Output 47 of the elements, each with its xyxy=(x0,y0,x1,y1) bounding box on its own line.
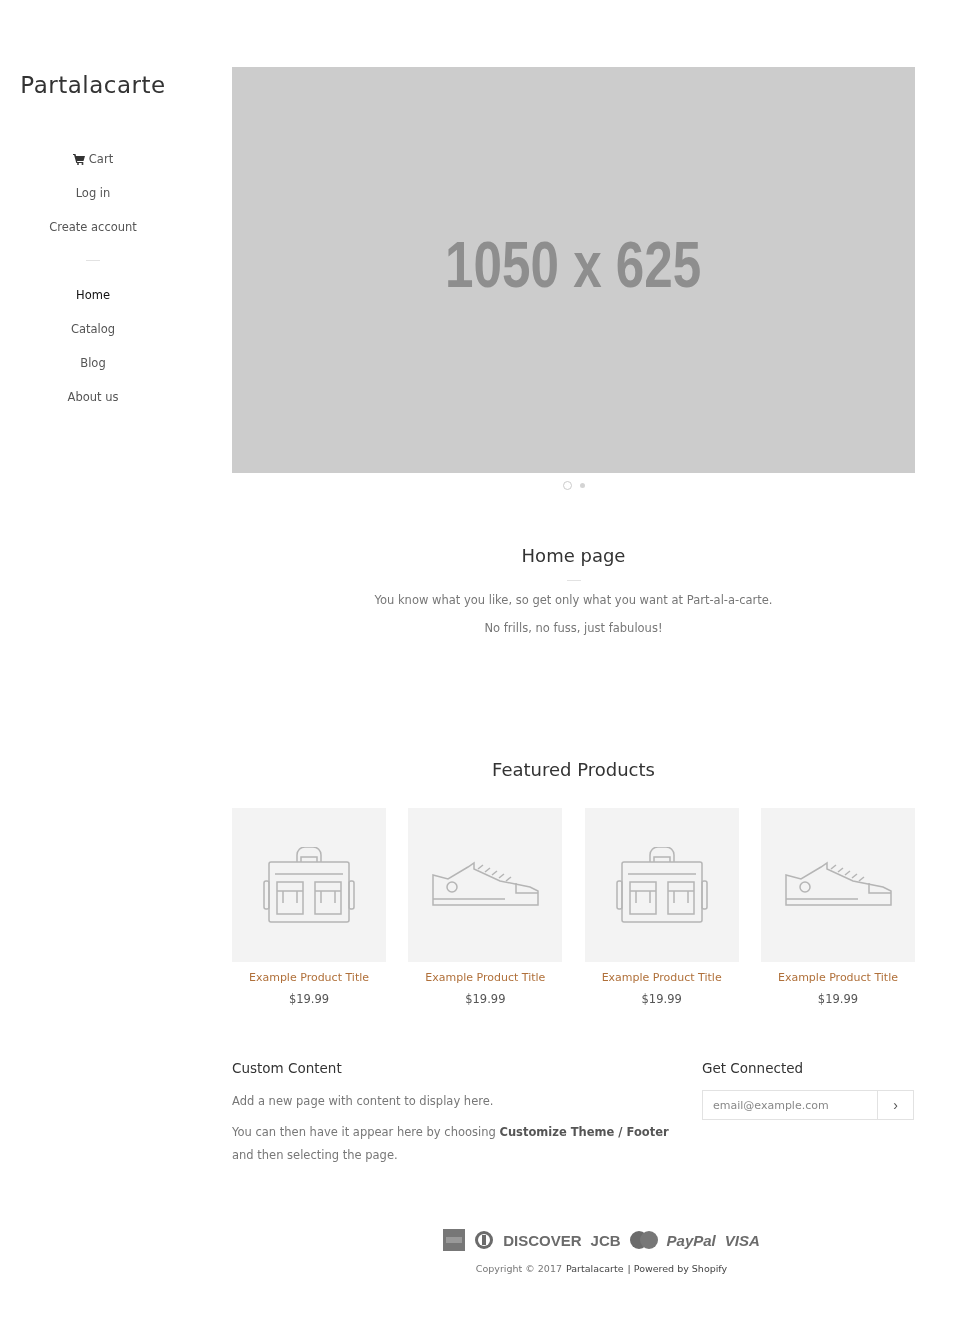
slide-dot[interactable] xyxy=(562,480,572,490)
email-signup-field[interactable]: email@example.com › xyxy=(702,1090,914,1120)
slide-dot[interactable] xyxy=(579,482,585,488)
nav-link[interactable]: Home xyxy=(76,278,110,312)
payment-logo: VISA xyxy=(724,1231,760,1249)
nav-link[interactable]: About us xyxy=(67,380,119,414)
bag-icon xyxy=(615,847,708,923)
product-title[interactable]: Example Product Title xyxy=(425,971,546,984)
product-image[interactable] xyxy=(761,808,915,962)
placeholder-image-text: 1050 x 625 xyxy=(445,228,702,302)
product-image[interactable] xyxy=(584,808,739,962)
product-price: $19.99 xyxy=(817,992,859,1006)
payment-logo: PayPal xyxy=(666,1231,716,1249)
payment-logo: DISCOVER xyxy=(503,1231,582,1249)
product-image[interactable] xyxy=(232,808,386,962)
cart-icon xyxy=(72,153,85,165)
sneaker-icon xyxy=(783,861,893,909)
product-title[interactable]: Example Product Title xyxy=(248,971,370,984)
product-title[interactable]: Example Product Title xyxy=(777,971,898,984)
product-price: $19.99 xyxy=(465,992,506,1006)
product-image[interactable] xyxy=(408,808,563,962)
footer-heading: Get Connected xyxy=(702,1060,805,1076)
site-logo[interactable]: Partalacarte xyxy=(20,72,166,98)
intro-text: You know what you like, so get only what you want at Part-al-a-carte. xyxy=(373,593,774,607)
powered-by-text: | Powered by Shopify xyxy=(627,1263,728,1274)
sneaker-icon xyxy=(430,861,541,909)
card-logo-icon xyxy=(443,1229,466,1251)
intro-text: No frills, no fuss, just fabulous! xyxy=(483,621,664,635)
product-title[interactable]: Example Product Title xyxy=(601,971,722,984)
product-price: $19.99 xyxy=(641,992,682,1006)
nav-link[interactable]: Blog xyxy=(80,346,106,380)
bag-icon xyxy=(263,847,355,923)
nav-link[interactable]: Catalog xyxy=(70,312,116,346)
account-link[interactable]: Create account xyxy=(49,210,137,244)
account-link[interactable]: Cart xyxy=(72,142,114,176)
product-price: $19.99 xyxy=(288,992,330,1006)
shop-link[interactable]: Partalacarte xyxy=(565,1263,624,1274)
footer-text: You can then have it appear here by choosing Customize Theme / Footer and then selecting the page. xyxy=(232,1124,670,1164)
payment-logo: JCB xyxy=(590,1231,621,1249)
footer-heading: Custom Content xyxy=(232,1060,343,1076)
footer-text: Add a new page with content to display here. xyxy=(232,1093,495,1110)
section-title: Home page xyxy=(520,545,627,566)
account-link[interactable]: Log in xyxy=(75,176,111,210)
diners-logo-icon xyxy=(474,1230,495,1250)
mastercard-logo-icon xyxy=(629,1231,658,1249)
copyright-text: Copyright © 2017 xyxy=(475,1263,562,1274)
section-title: Featured Products xyxy=(491,759,656,780)
